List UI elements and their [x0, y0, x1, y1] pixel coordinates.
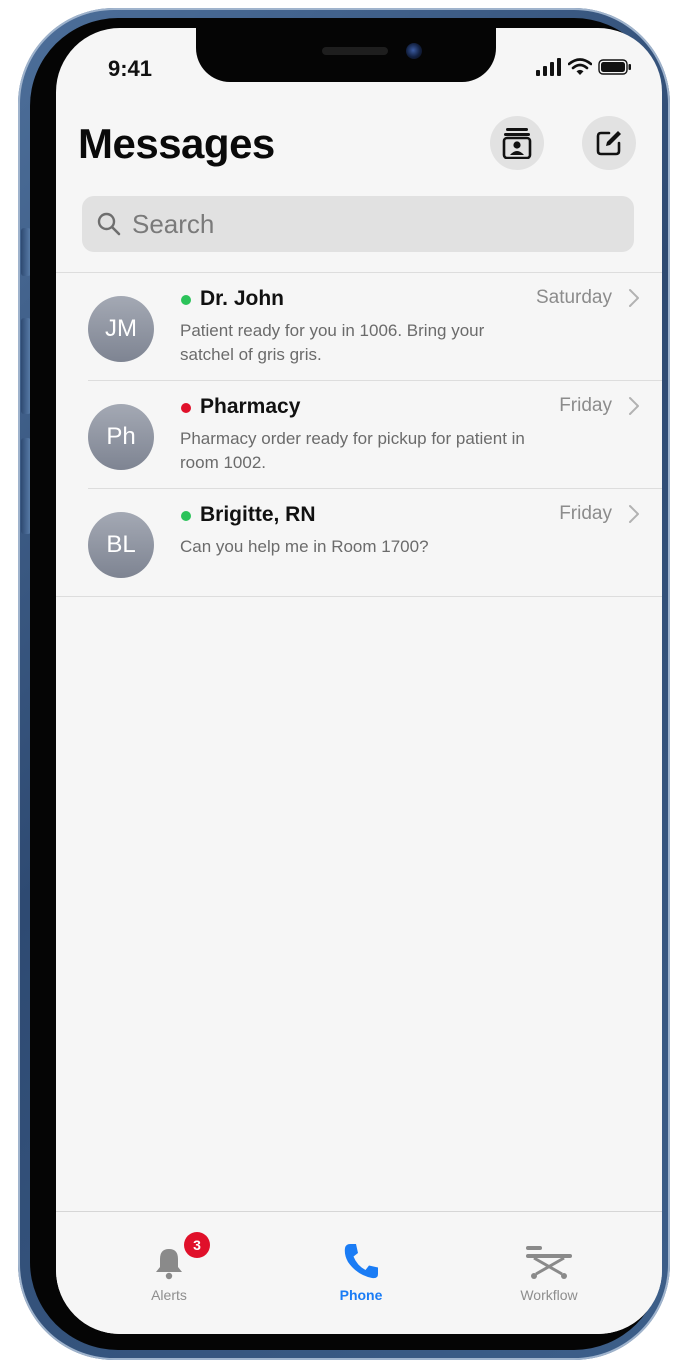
tab-workflow[interactable]: Workflow: [494, 1240, 604, 1303]
tab-icon-wrap: [306, 1240, 416, 1280]
screen: 9:41 Messages Search JM Dr. John Patient…: [56, 28, 662, 1334]
contact-name: Brigitte, RN: [200, 503, 316, 526]
tab-alerts[interactable]: 3 Alerts: [114, 1232, 224, 1303]
page-title: Messages: [78, 120, 275, 167]
online-status-dot: [181, 511, 191, 521]
tab-bar: 3 Alerts Phone Workflow: [56, 1211, 662, 1334]
tab-phone[interactable]: Phone: [306, 1240, 416, 1303]
tab-label: Phone: [339, 1287, 383, 1303]
notch: [196, 28, 496, 82]
front-camera: [406, 43, 422, 59]
search-input[interactable]: [130, 207, 614, 241]
status-time: 9:41: [108, 56, 153, 81]
compose-button[interactable]: [582, 116, 636, 170]
chevron-right-icon: [629, 289, 639, 307]
message-preview: Can you help me in Room 1700?: [180, 537, 429, 556]
contacts-button[interactable]: [490, 116, 544, 170]
phone-icon: [344, 1244, 378, 1279]
online-status-dot: [181, 295, 191, 305]
cellular-signal-icon: [536, 58, 561, 76]
avatar: JM: [88, 296, 154, 362]
status-icons: [536, 58, 632, 76]
conversation-row-pharmacy[interactable]: Ph Pharmacy Pharmacy order ready for pic…: [56, 380, 662, 486]
message-preview: Patient ready for you in 1006. Bring you…: [180, 321, 485, 364]
tab-label: Alerts: [151, 1287, 187, 1303]
alerts-count-badge: 3: [184, 1232, 210, 1258]
search-bar[interactable]: [82, 196, 634, 252]
avatar: BL: [88, 512, 154, 578]
compose-icon: [596, 131, 621, 156]
search-icon: [97, 212, 121, 236]
busy-status-dot: [181, 403, 191, 413]
contact-name: Dr. John: [200, 287, 285, 310]
battery-icon: [598, 59, 631, 75]
speaker-grille: [322, 47, 388, 55]
message-date: Friday: [559, 503, 612, 524]
message-preview: Pharmacy order ready for pickup for pati…: [180, 429, 525, 472]
stretcher-icon: [526, 1246, 572, 1279]
message-date: Friday: [559, 395, 612, 416]
chevron-right-icon: [629, 397, 639, 415]
conversation-row-brigitte[interactable]: BL Brigitte, RN Can you help me in Room …: [56, 488, 662, 594]
tab-icon-wrap: 3: [114, 1232, 224, 1280]
tab-icon-wrap: [494, 1240, 604, 1280]
contacts-book-icon: [502, 128, 532, 159]
message-date: Saturday: [535, 287, 612, 308]
chevron-right-icon: [629, 505, 639, 523]
conversation-row-dr-john[interactable]: JM Dr. John Patient ready for you in 100…: [56, 272, 662, 378]
avatar: Ph: [88, 404, 154, 470]
list-bottom-divider: [56, 596, 662, 597]
bell-icon: [156, 1249, 182, 1280]
contact-name: Pharmacy: [200, 395, 301, 418]
phone-mockup: 9:41 Messages Search JM Dr. John Patient…: [0, 0, 676, 1365]
tab-label: Workflow: [520, 1287, 578, 1303]
wifi-icon: [568, 58, 592, 75]
